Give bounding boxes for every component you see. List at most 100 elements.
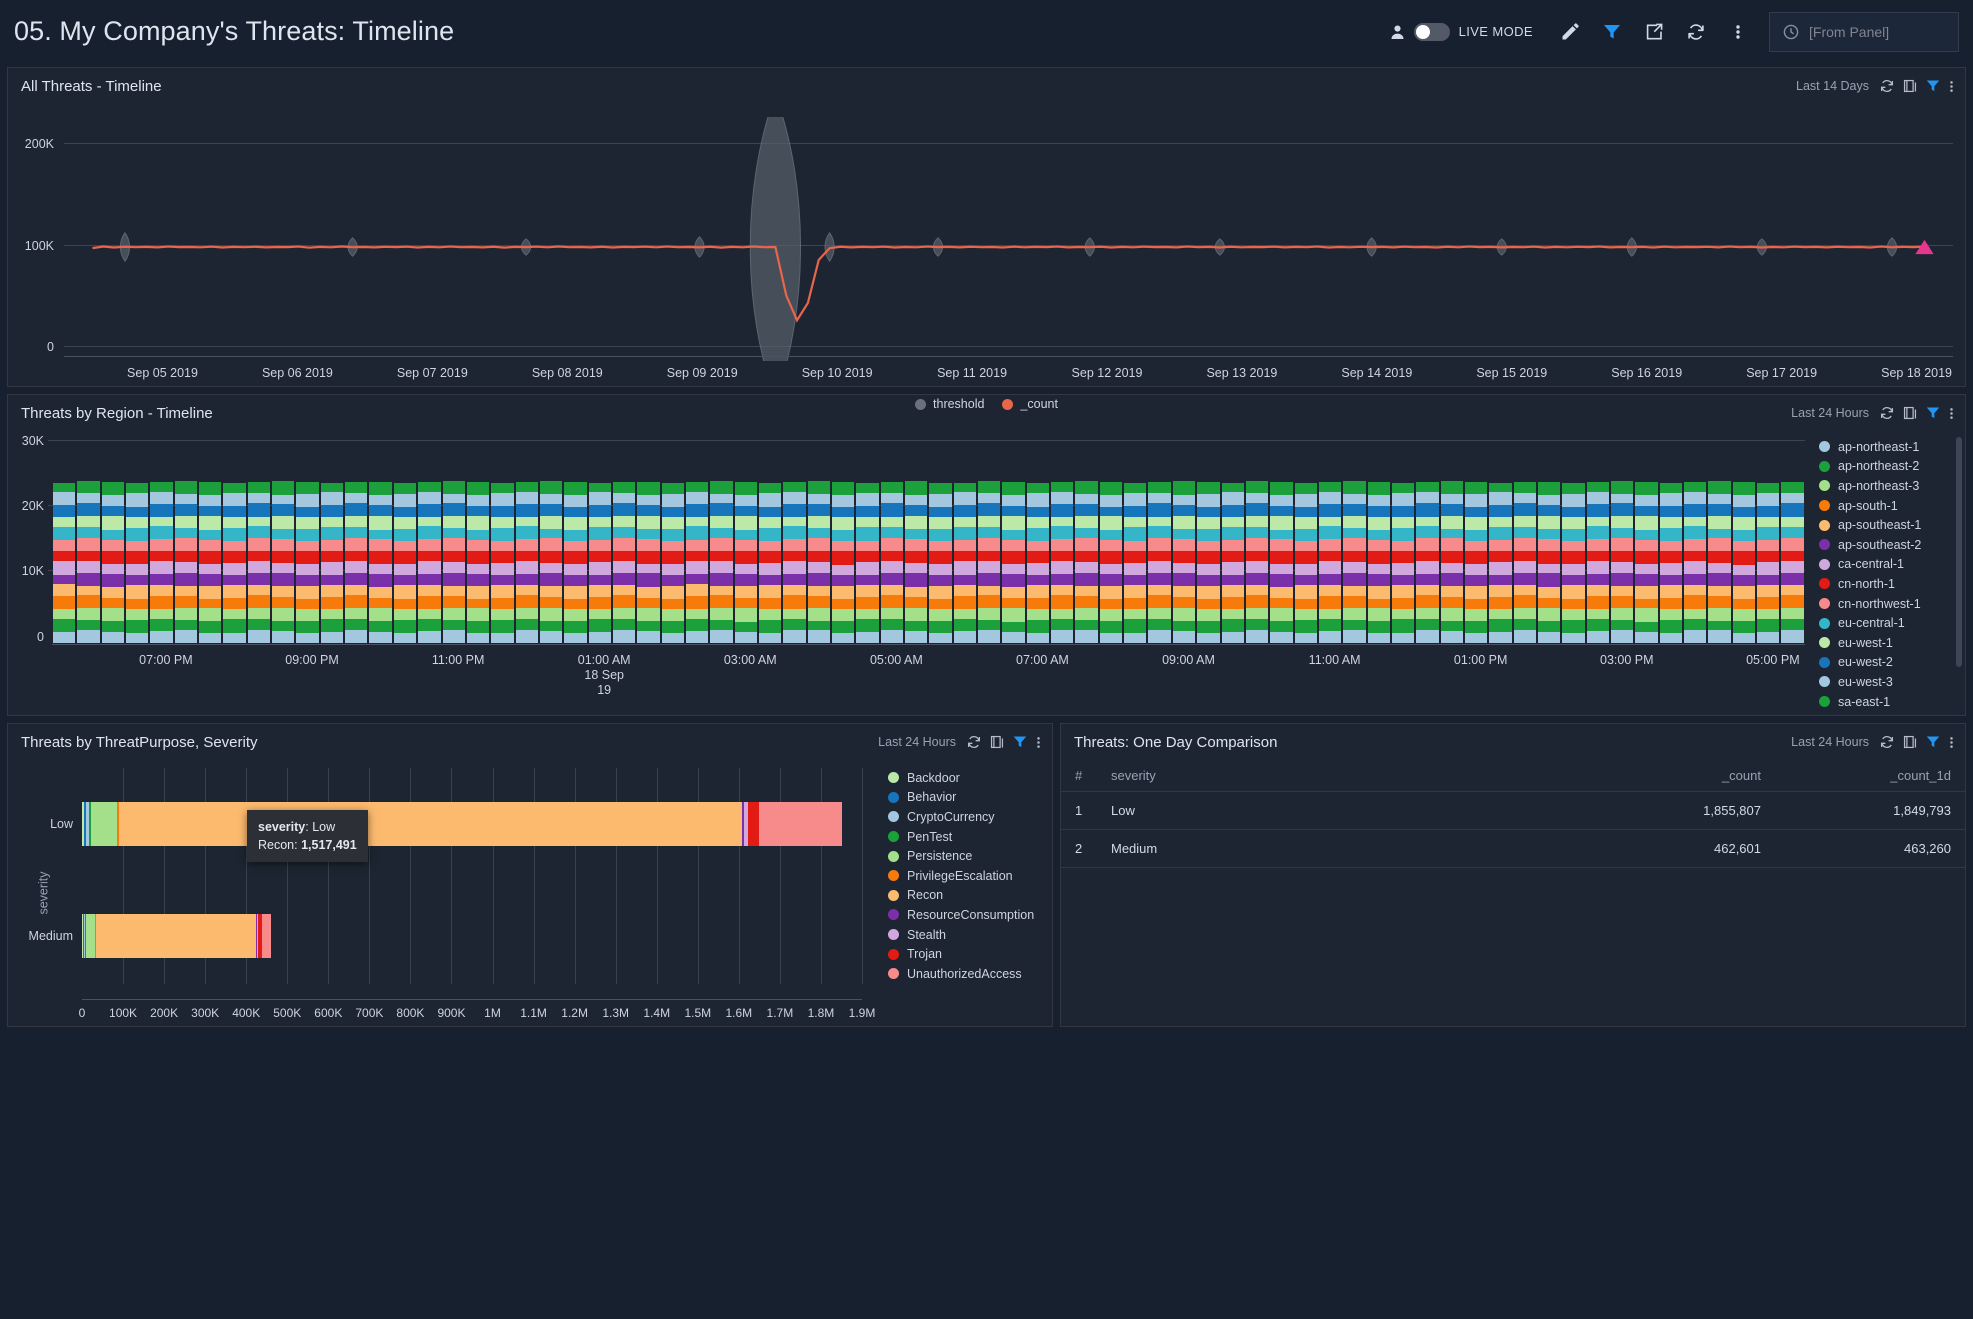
legend-item[interactable]: PrivilegeEscalation [888,866,1052,886]
bar-segment[interactable] [272,481,295,495]
bar-segment[interactable] [1416,584,1439,596]
bar-segment[interactable] [272,504,295,517]
bar-segment[interactable] [807,620,830,631]
bar-segment[interactable] [199,529,222,541]
bar-segment[interactable] [1197,608,1220,621]
bar-segment[interactable] [953,482,977,493]
bar-segment[interactable] [1075,562,1098,573]
bar-column[interactable] [1148,440,1171,643]
bar-segment[interactable] [637,551,660,564]
legend-item[interactable]: eu-central-1 [1819,613,1965,633]
bar-segment[interactable] [320,482,344,493]
bar-column[interactable] [466,440,490,643]
bar-segment[interactable] [1440,620,1463,631]
bar-segment[interactable] [223,619,246,633]
bar-segment[interactable] [393,633,417,643]
bar-segment[interactable] [929,620,952,634]
bar-segment[interactable] [320,492,344,506]
bar-segment[interactable] [247,608,271,619]
bar-segment[interactable] [1075,481,1098,495]
bar-segment[interactable] [1051,560,1074,574]
bar-segment[interactable] [685,482,709,493]
bar-segment[interactable] [710,527,733,538]
bar-segment[interactable] [758,598,782,610]
bar-segment[interactable] [1513,608,1536,620]
bar-segment[interactable] [1197,529,1220,541]
bar-segment[interactable] [101,598,125,609]
bar-segment[interactable] [1099,632,1123,643]
bar-column[interactable] [150,440,173,643]
bar-segment[interactable] [832,608,855,622]
bar-column[interactable] [1732,440,1756,643]
bar-segment[interactable] [539,607,563,621]
bar-segment[interactable] [1708,607,1731,621]
bar-segment[interactable] [1562,506,1585,517]
kebab-menu-icon[interactable] [1036,735,1041,750]
bar-segment[interactable] [345,551,368,561]
bar-segment[interactable] [515,538,538,551]
bar-segment[interactable] [1245,551,1269,561]
bar-segment[interactable] [1635,574,1658,587]
bar-column[interactable] [588,440,611,643]
bar-segment[interactable] [978,493,1001,504]
bar-segment[interactable] [247,550,271,561]
bar-segment[interactable] [880,560,904,574]
refresh-button[interactable] [1675,11,1717,53]
bar-segment[interactable] [564,506,587,517]
bar-segment[interactable] [320,609,344,619]
bar-segment[interactable] [1343,607,1366,621]
bar-segment[interactable] [637,494,660,506]
bar-segment[interactable] [1781,551,1804,561]
bar-segment[interactable] [1611,481,1634,494]
bar-segment[interactable] [1611,537,1634,552]
bar-segment[interactable] [491,575,514,585]
bar-segment[interactable] [345,481,368,494]
bar-segment[interactable] [393,598,417,610]
duplicate-icon[interactable] [1903,406,1917,420]
bar-segment[interactable] [418,526,441,540]
bar-segment[interactable] [929,529,952,542]
bar-segment[interactable] [369,505,392,517]
bar-segment[interactable] [1148,492,1171,504]
bar-segment[interactable] [466,564,490,575]
bar-segment[interactable] [515,595,538,609]
bar-segment[interactable] [1635,598,1658,609]
bar-segment[interactable] [539,562,563,573]
bar-segment[interactable] [637,539,660,552]
bar-column[interactable] [345,440,368,643]
bar-segment[interactable] [442,538,465,552]
bar-segment[interactable] [1343,538,1366,552]
bar-segment[interactable] [1075,538,1098,552]
bar-segment[interactable] [710,619,733,630]
bar-segment[interactable] [929,585,952,599]
bar-segment[interactable] [856,597,879,610]
bar-segment[interactable] [1586,584,1609,596]
bar-column[interactable] [1659,440,1683,643]
bar-segment[interactable] [199,574,222,587]
bar-segment[interactable] [880,595,904,609]
bar-segment[interactable] [320,618,344,632]
bar-segment[interactable] [1537,529,1561,540]
bar-segment[interactable] [1124,609,1147,620]
bar-segment[interactable] [661,585,684,599]
bar-segment[interactable] [661,575,684,586]
bar-column[interactable] [1343,440,1366,643]
bar-segment[interactable] [261,914,271,959]
bar-segment[interactable] [272,551,295,563]
bar-segment[interactable] [978,585,1001,596]
bar-segment[interactable] [734,494,757,507]
bar-segment[interactable] [1172,516,1196,529]
bar-segment[interactable] [223,482,246,493]
bar-segment[interactable] [1781,560,1804,574]
bar-segment[interactable] [953,526,977,540]
bar-segment[interactable] [710,572,733,586]
bar-segment[interactable] [539,481,563,495]
bar-segment[interactable] [1708,572,1731,587]
legend-item[interactable]: ResourceConsumption [888,905,1052,925]
bar-segment[interactable] [1051,630,1074,643]
bar-segment[interactable] [1489,482,1512,493]
bar-segment[interactable] [1075,516,1098,529]
bar-segment[interactable] [1586,539,1609,551]
bar-segment[interactable] [856,632,879,643]
bar-segment[interactable] [685,631,709,643]
